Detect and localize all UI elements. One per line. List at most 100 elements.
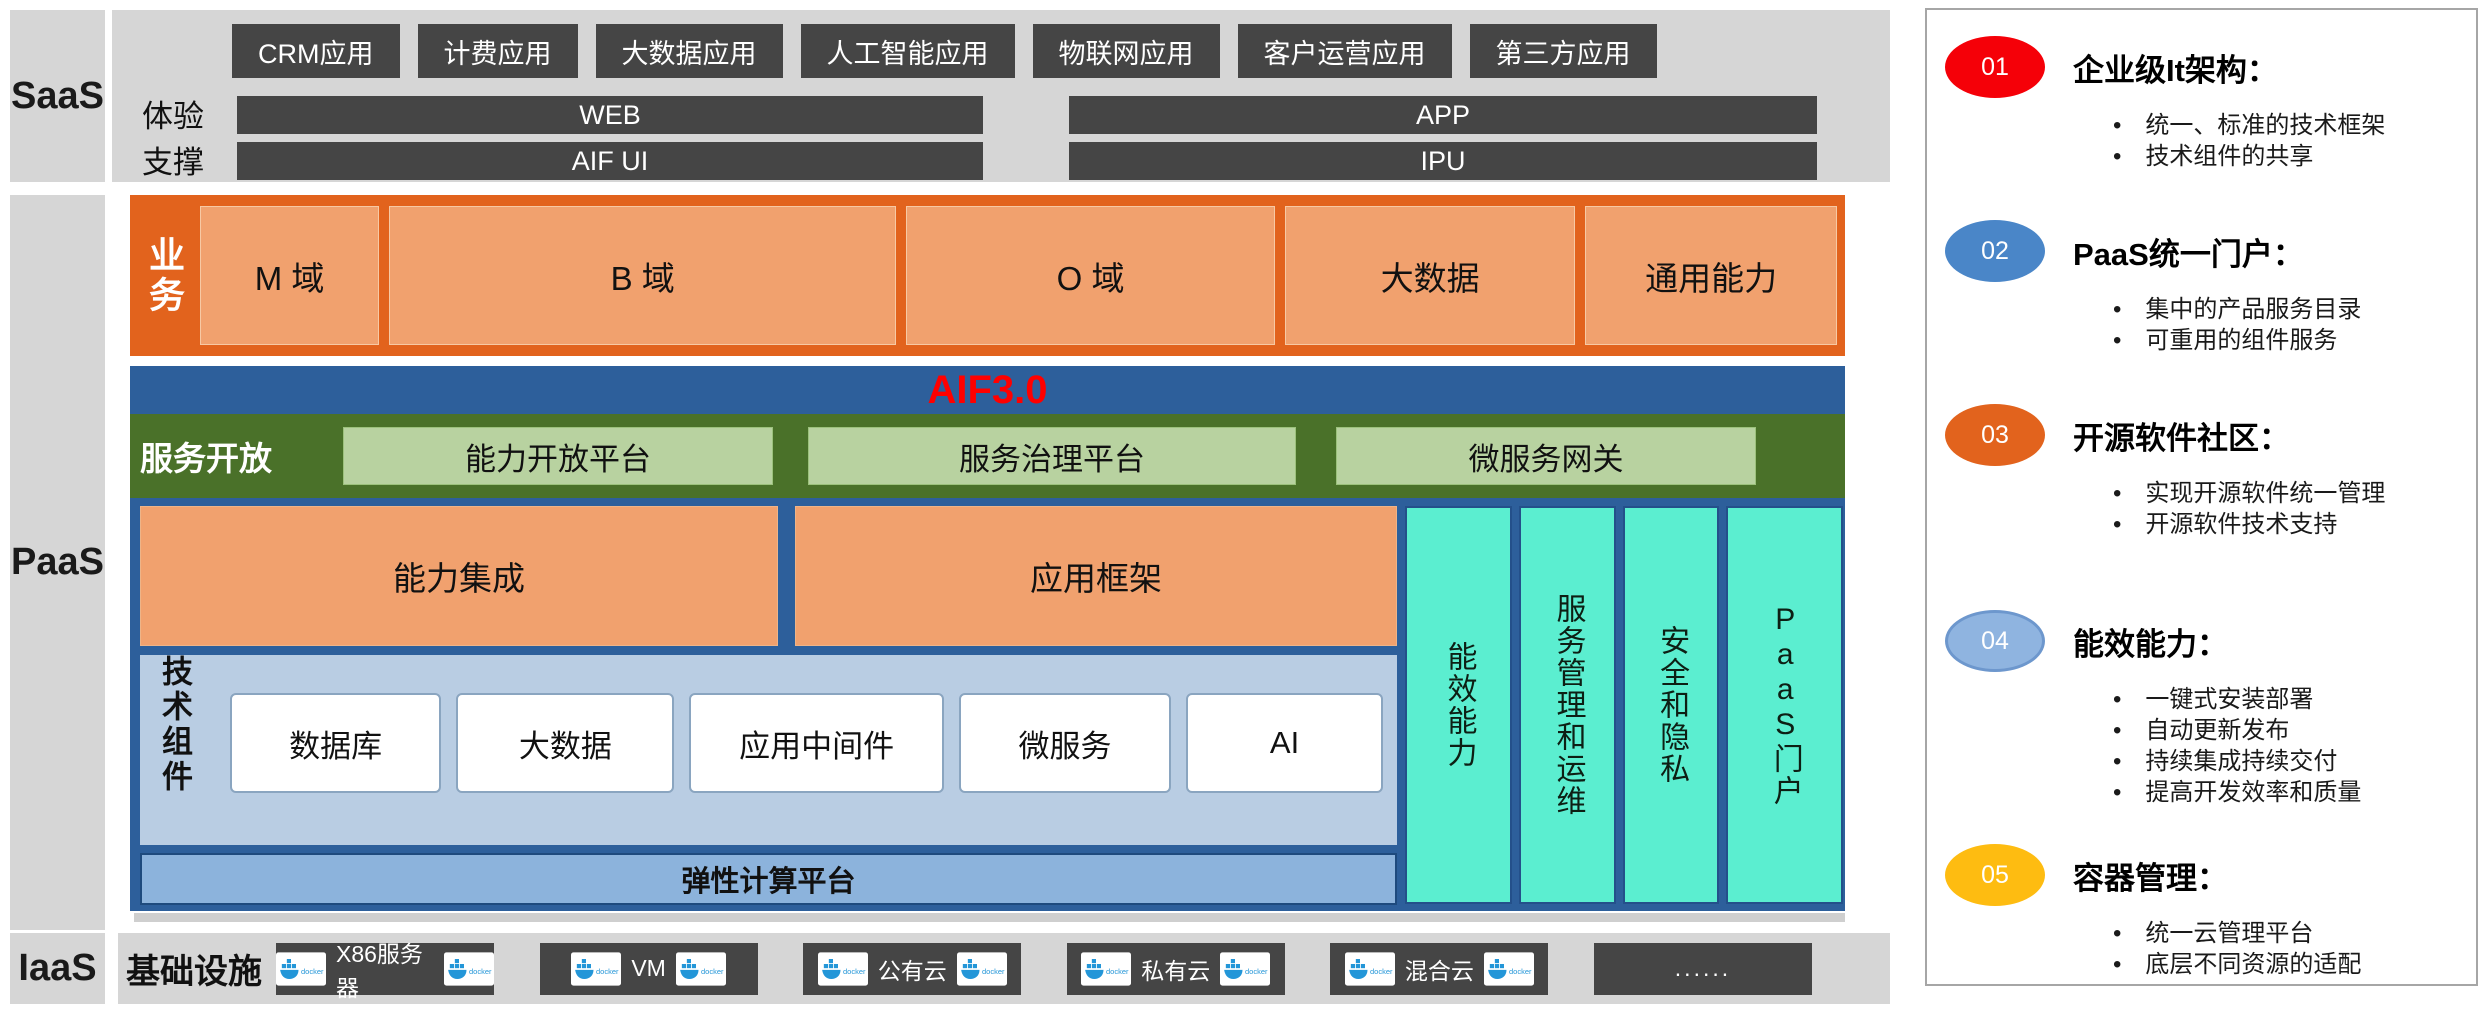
pillar-efficiency: 能效能力 bbox=[1405, 506, 1512, 904]
business-label: 业务 bbox=[138, 206, 190, 345]
svg-text:docker: docker bbox=[1245, 967, 1268, 976]
capability-open-platform: 能力开放平台 bbox=[343, 427, 773, 485]
tech-item-ai: AI bbox=[1186, 693, 1383, 793]
legend-item-bullets: 实现开源软件统一管理 开源软件技术支持 bbox=[2113, 478, 2456, 540]
service-open-label: 服务开放 bbox=[140, 414, 272, 498]
legend-item-efficiency: 04 能效能力： 一键式安装部署 自动更新发布 持续集成持续交付 提高开发效率和… bbox=[1945, 610, 2456, 808]
iaas-box-label: ...... bbox=[1675, 955, 1731, 982]
tech-components-box: 技术组件 数据库 大数据 应用中间件 微服务 AI bbox=[140, 655, 1397, 845]
tech-item-database: 数据库 bbox=[230, 693, 441, 793]
item-number-badge: 02 bbox=[1945, 220, 2045, 282]
iaas-box-vm: docker VM docker bbox=[540, 943, 758, 995]
microservice-gateway: 微服务网关 bbox=[1336, 427, 1756, 485]
docker-icon: docker bbox=[957, 952, 1007, 986]
iaas-box-label: 混合云 bbox=[1405, 952, 1474, 986]
app-box-bigdata: 大数据应用 bbox=[596, 24, 783, 78]
business-layer: 业务 M 域 B 域 O 域 大数据 通用能力 bbox=[130, 195, 1845, 356]
legend-item-enterprise-it: 01 企业级It架构： 统一、标准的技术框架 技术组件的共享 bbox=[1945, 36, 2456, 172]
web-bar: WEB bbox=[237, 96, 983, 134]
app-box-billing: 计费应用 bbox=[418, 24, 578, 78]
svg-text:docker: docker bbox=[469, 967, 492, 976]
layer-label-saas: SaaS bbox=[10, 10, 105, 182]
svg-text:docker: docker bbox=[1370, 967, 1393, 976]
iaas-box-public-cloud: docker 公有云 docker bbox=[803, 943, 1021, 995]
docker-icon: docker bbox=[818, 952, 868, 986]
app-bar: APP bbox=[1069, 96, 1817, 134]
legend-item-title: 企业级It架构： bbox=[2073, 45, 2278, 90]
legend-item-opensource: 03 开源软件社区： 实现开源软件统一管理 开源软件技术支持 bbox=[1945, 404, 2456, 540]
domain-bigdata: 大数据 bbox=[1285, 206, 1575, 345]
domain-common: 通用能力 bbox=[1585, 206, 1837, 345]
iaas-box-x86: docker X86服务器 docker bbox=[276, 943, 494, 995]
legend-item-bullets: 集中的产品服务目录 可重用的组件服务 bbox=[2113, 294, 2456, 356]
iaas-box-label: 私有云 bbox=[1141, 952, 1210, 986]
docker-icon: docker bbox=[444, 952, 494, 986]
experience-support-label: 体验支撑 bbox=[142, 94, 234, 186]
pillar-paas-portal: PaaS门户 bbox=[1726, 506, 1843, 904]
legend-item-paas-portal: 02 PaaS统一门户： 集中的产品服务目录 可重用的组件服务 bbox=[1945, 220, 2456, 356]
service-governance-platform: 服务治理平台 bbox=[808, 427, 1296, 485]
service-open-band: 服务开放 能力开放平台 服务治理平台 微服务网关 bbox=[130, 414, 1845, 498]
iaas-box-label: X86服务器 bbox=[336, 935, 434, 1003]
legend-item-title: PaaS统一门户： bbox=[2073, 229, 2304, 274]
docker-icon: docker bbox=[276, 952, 326, 986]
app-box-iot: 物联网应用 bbox=[1033, 24, 1220, 78]
svg-text:docker: docker bbox=[301, 967, 324, 976]
pillar-security-privacy: 安全和隐私 bbox=[1623, 506, 1720, 904]
item-number-badge: 04 bbox=[1945, 610, 2045, 672]
svg-text:docker: docker bbox=[1509, 967, 1532, 976]
item-number-badge: 03 bbox=[1945, 404, 2045, 466]
svg-text:docker: docker bbox=[596, 967, 619, 976]
layer-label-paas: PaaS bbox=[10, 195, 105, 930]
elastic-compute-platform: 弹性计算平台 bbox=[140, 853, 1397, 905]
domain-m: M 域 bbox=[200, 206, 379, 345]
tech-components-label: 技术组件 bbox=[152, 655, 197, 845]
iaas-box-more: ...... bbox=[1594, 943, 1812, 995]
aif-ui-bar: AIF UI bbox=[237, 142, 983, 180]
legend-panel: 01 企业级It架构： 统一、标准的技术框架 技术组件的共享 02 PaaS统一… bbox=[1925, 8, 2478, 986]
legend-item-bullets: 一键式安装部署 自动更新发布 持续集成持续交付 提高开发效率和质量 bbox=[2113, 684, 2456, 808]
docker-icon: docker bbox=[1345, 952, 1395, 986]
legend-item-container-mgmt: 05 容器管理： 统一云管理平台 底层不同资源的适配 bbox=[1945, 844, 2456, 980]
svg-text:docker: docker bbox=[982, 967, 1005, 976]
item-number-badge: 05 bbox=[1945, 844, 2045, 906]
app-box-thirdparty: 第三方应用 bbox=[1470, 24, 1657, 78]
domain-o: O 域 bbox=[906, 206, 1275, 345]
app-box-crm: CRM应用 bbox=[232, 24, 400, 78]
docker-icon: docker bbox=[1220, 952, 1270, 986]
app-box-customer-ops: 客户运营应用 bbox=[1238, 24, 1452, 78]
pillar-service-ops: 服务管理和运维 bbox=[1519, 506, 1616, 904]
iaas-boxes-row: docker X86服务器 docker docker VM docker do… bbox=[276, 943, 1812, 995]
legend-item-title: 容器管理： bbox=[2073, 853, 2228, 898]
legend-item-bullets: 统一、标准的技术框架 技术组件的共享 bbox=[2113, 110, 2456, 172]
iaas-box-label: 公有云 bbox=[878, 952, 947, 986]
capability-integration-box: 能力集成 bbox=[140, 506, 778, 646]
tech-item-microservice: 微服务 bbox=[959, 693, 1171, 793]
iaas-box-private-cloud: docker 私有云 docker bbox=[1067, 943, 1285, 995]
iaas-box-label: VM bbox=[631, 955, 666, 982]
legend-item-title: 能效能力： bbox=[2073, 619, 2228, 664]
docker-icon: docker bbox=[1081, 952, 1131, 986]
saas-apps-row: CRM应用 计费应用 大数据应用 人工智能应用 物联网应用 客户运营应用 第三方… bbox=[232, 24, 1657, 78]
app-framework-box: 应用框架 bbox=[795, 506, 1397, 646]
svg-text:docker: docker bbox=[843, 967, 866, 976]
paas-pillars: 能效能力 服务管理和运维 安全和隐私 PaaS门户 bbox=[1405, 506, 1843, 904]
layer-label-iaas: IaaS bbox=[10, 933, 105, 1004]
iaas-box-hybrid-cloud: docker 混合云 docker bbox=[1330, 943, 1548, 995]
docker-icon: docker bbox=[571, 952, 621, 986]
saas-panel: CRM应用 计费应用 大数据应用 人工智能应用 物联网应用 客户运营应用 第三方… bbox=[112, 10, 1890, 182]
legend-item-bullets: 统一云管理平台 底层不同资源的适配 bbox=[2113, 918, 2456, 980]
tech-item-middleware: 应用中间件 bbox=[689, 693, 944, 793]
docker-icon: docker bbox=[1484, 952, 1534, 986]
iaas-panel: 基础设施 docker X86服务器 docker docker VM dock… bbox=[118, 933, 1890, 1004]
paas-block: AIF3.0 服务开放 能力开放平台 服务治理平台 微服务网关 能力集成 应用框… bbox=[130, 366, 1845, 911]
aif-version-title: AIF3.0 bbox=[130, 366, 1845, 414]
infrastructure-label: 基础设施 bbox=[126, 944, 276, 993]
paas-shadow-strip bbox=[134, 913, 1845, 922]
svg-text:docker: docker bbox=[1106, 967, 1129, 976]
app-box-ai: 人工智能应用 bbox=[801, 24, 1015, 78]
ipu-bar: IPU bbox=[1069, 142, 1817, 180]
legend-item-title: 开源软件社区： bbox=[2073, 413, 2290, 458]
tech-item-bigdata: 大数据 bbox=[456, 693, 674, 793]
docker-icon: docker bbox=[676, 952, 726, 986]
